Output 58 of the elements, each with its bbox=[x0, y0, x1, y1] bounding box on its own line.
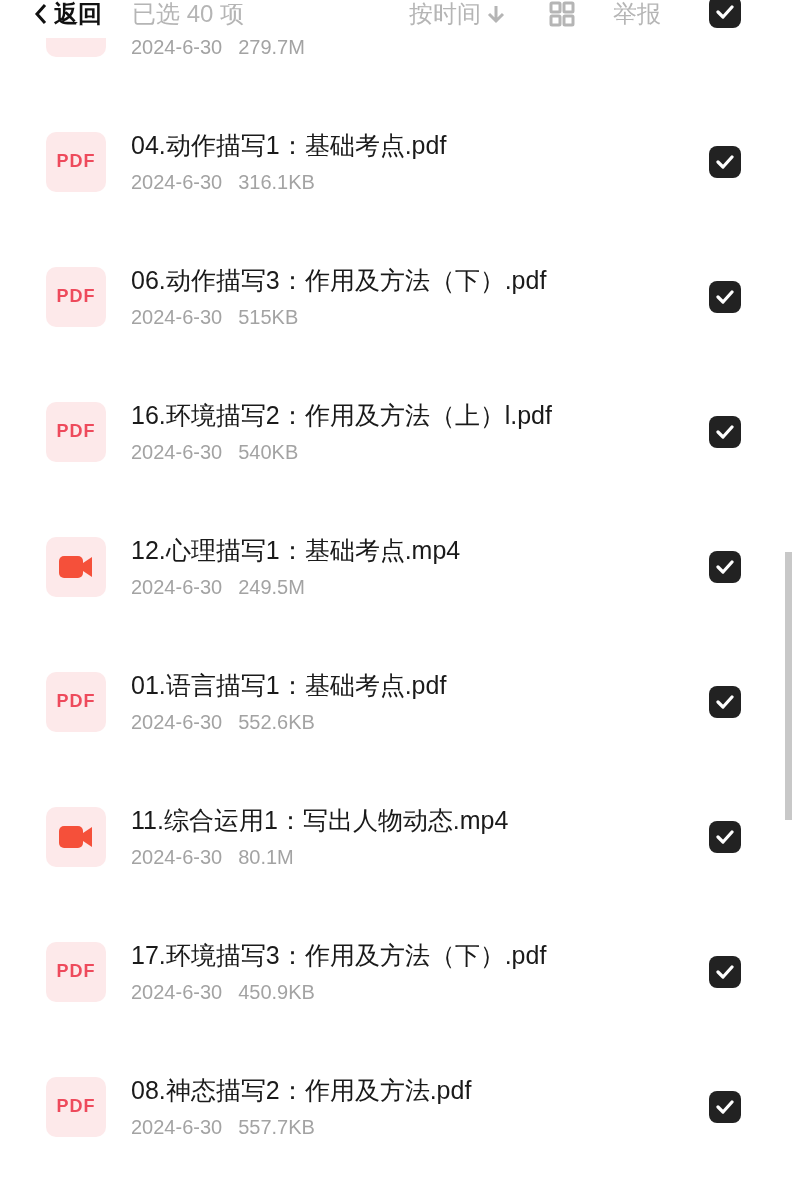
pdf-file-icon: PDF bbox=[46, 671, 106, 732]
checkmark-icon bbox=[716, 1099, 734, 1114]
pdf-file-icon: PDF bbox=[46, 266, 106, 327]
checkbox[interactable] bbox=[709, 145, 741, 178]
file-size: 515KB bbox=[238, 304, 299, 330]
file-size: 316.1KB bbox=[238, 169, 315, 195]
checkbox[interactable] bbox=[709, 415, 741, 448]
file-date: 2024-6-30 bbox=[131, 979, 223, 1005]
checkmark-icon bbox=[716, 829, 734, 844]
file-size: 279.7M bbox=[238, 34, 305, 60]
file-date: 2024-6-30 bbox=[131, 34, 223, 60]
selected-count: 已选 40 项 bbox=[132, 0, 245, 28]
file-size: 557.7KB bbox=[238, 1114, 315, 1140]
checkbox[interactable] bbox=[709, 280, 741, 313]
checkbox[interactable] bbox=[709, 820, 741, 853]
file-size: 80.1M bbox=[238, 844, 294, 870]
video-camera-icon bbox=[46, 806, 106, 867]
file-date: 2024-6-30 bbox=[131, 439, 223, 465]
checkmark-icon bbox=[716, 5, 734, 19]
checkbox[interactable] bbox=[709, 1090, 741, 1123]
checkmark-icon bbox=[716, 559, 734, 574]
checkmark-icon bbox=[716, 424, 734, 439]
sort-button[interactable]: 按时间 bbox=[409, 0, 505, 28]
file-date: 2024-6-30 bbox=[131, 304, 223, 330]
checkbox[interactable] bbox=[709, 955, 741, 988]
file-size: 540KB bbox=[238, 439, 299, 465]
file-name: 17.环境描写3：作用及方法（下）.pdf bbox=[131, 939, 548, 971]
file-name: 08.神态描写2：作用及方法.pdf bbox=[131, 1074, 473, 1106]
arrow-down-icon bbox=[487, 4, 505, 24]
checkmark-icon bbox=[716, 289, 734, 304]
file-size: 450.9KB bbox=[238, 979, 315, 1005]
report-button[interactable]: 举报 bbox=[613, 0, 661, 28]
file-name: 16.环境描写2：作用及方法（上）l.pdf bbox=[131, 399, 553, 431]
file-name: 01.语言描写1：基础考点.pdf bbox=[131, 669, 448, 701]
file-size: 249.5M bbox=[238, 574, 305, 600]
file-name: 04.动作描写1：基础考点.pdf bbox=[131, 129, 448, 161]
checkmark-icon bbox=[716, 694, 734, 709]
file-date: 2024-6-30 bbox=[131, 1114, 223, 1140]
checkmark-icon bbox=[716, 154, 734, 169]
file-date: 2024-6-30 bbox=[131, 709, 223, 735]
checkbox[interactable] bbox=[709, 0, 741, 28]
checkbox[interactable] bbox=[709, 685, 741, 718]
pdf-file-icon: PDF bbox=[46, 401, 106, 462]
file-date: 2024-6-30 bbox=[131, 574, 223, 600]
pdf-file-icon: PDF bbox=[46, 941, 106, 1002]
video-camera-icon bbox=[46, 536, 106, 597]
file-date: 2024-6-30 bbox=[131, 844, 223, 870]
chevron-left-icon bbox=[34, 3, 48, 25]
checkmark-icon bbox=[716, 964, 734, 979]
file-size: 552.6KB bbox=[238, 709, 315, 735]
pdf-file-icon: PDF bbox=[46, 131, 106, 192]
file-name: 06.动作描写3：作用及方法（下）.pdf bbox=[131, 264, 548, 296]
file-name: 12.心理描写1：基础考点.mp4 bbox=[131, 534, 462, 566]
back-button[interactable]: 返回 bbox=[34, 0, 102, 28]
pdf-file-icon: PDF bbox=[46, 1076, 106, 1137]
file-name: 11.综合运用1：写出人物动态.mp4 bbox=[131, 804, 510, 836]
checkbox[interactable] bbox=[709, 550, 741, 583]
file-date: 2024-6-30 bbox=[131, 169, 223, 195]
